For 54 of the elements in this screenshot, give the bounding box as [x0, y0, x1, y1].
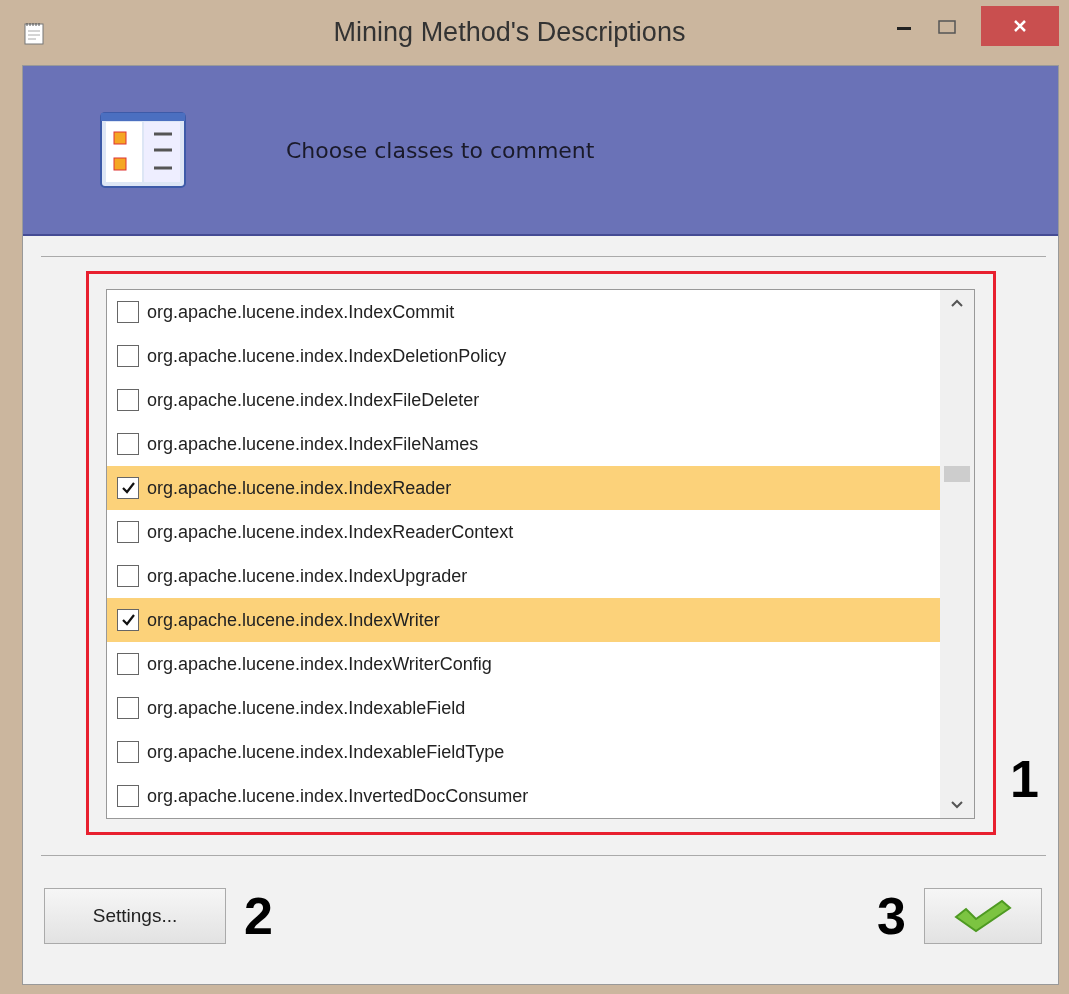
maximize-icon[interactable]: [937, 18, 957, 36]
checkmark-icon: [952, 899, 1014, 933]
notepad-icon: [24, 20, 44, 45]
class-label: org.apache.lucene.index.IndexReader: [147, 477, 452, 499]
class-label: org.apache.lucene.index.IndexWriter: [147, 609, 440, 631]
class-row[interactable]: org.apache.lucene.index.IndexWriterConfig: [107, 642, 940, 686]
checkbox[interactable]: [117, 565, 139, 587]
annotation-number: 2: [244, 890, 273, 942]
class-row[interactable]: org.apache.lucene.index.IndexReader: [107, 466, 940, 510]
window-title: Mining Method's Descriptions: [332, 17, 687, 48]
class-row[interactable]: org.apache.lucene.index.IndexCommit: [107, 290, 940, 334]
checkbox[interactable]: [117, 477, 139, 499]
class-label: org.apache.lucene.index.IndexUpgrader: [147, 565, 468, 587]
class-row[interactable]: org.apache.lucene.index.IndexableFieldType: [107, 730, 940, 774]
class-label: org.apache.lucene.index.IndexableFieldType: [147, 741, 505, 763]
checkbox[interactable]: [117, 345, 139, 367]
annotation-number: 1: [1010, 753, 1039, 805]
ok-button[interactable]: [924, 888, 1042, 944]
class-row[interactable]: org.apache.lucene.index.IndexUpgrader: [107, 554, 940, 598]
class-row[interactable]: org.apache.lucene.index.IndexFileNames: [107, 422, 940, 466]
checkbox[interactable]: [117, 741, 139, 763]
checkbox[interactable]: [117, 785, 139, 807]
class-row[interactable]: org.apache.lucene.index.IndexWriter: [107, 598, 940, 642]
class-label: org.apache.lucene.index.IndexDeletionPolicy: [147, 345, 507, 367]
class-label: org.apache.lucene.index.IndexReaderContext: [147, 521, 514, 543]
class-label: org.apache.lucene.index.IndexCommit: [147, 301, 455, 323]
class-row[interactable]: org.apache.lucene.index.IndexDeletionPolicy: [107, 334, 940, 378]
checkbox[interactable]: [117, 389, 139, 411]
settings-button[interactable]: Settings...: [44, 888, 226, 944]
close-icon: [1012, 18, 1028, 34]
check-icon: [120, 612, 136, 628]
class-row[interactable]: org.apache.lucene.index.IndexFileDeleter: [107, 378, 940, 422]
check-icon: [120, 480, 136, 496]
scroll-down-icon[interactable]: [950, 800, 964, 810]
checkbox[interactable]: [117, 653, 139, 675]
header-title: Choose classes to comment: [286, 137, 595, 163]
checkbox[interactable]: [117, 609, 139, 631]
checkbox[interactable]: [117, 521, 139, 543]
list-icon: [100, 112, 186, 188]
scroll-thumb[interactable]: [944, 466, 970, 482]
class-row[interactable]: org.apache.lucene.index.IndexableField: [107, 686, 940, 730]
checkbox[interactable]: [117, 697, 139, 719]
annotation-number: 3: [877, 890, 906, 942]
class-row[interactable]: org.apache.lucene.index.InvertedDocConsumer: [107, 774, 940, 818]
class-label: org.apache.lucene.index.IndexFileDeleter: [147, 389, 480, 411]
checkbox[interactable]: [117, 301, 139, 323]
class-label: org.apache.lucene.index.IndexableField: [147, 697, 466, 719]
class-label: org.apache.lucene.index.IndexFileNames: [147, 433, 479, 455]
class-label: org.apache.lucene.index.InvertedDocConsumer: [147, 785, 529, 807]
scrollbar[interactable]: [940, 290, 974, 818]
scroll-up-icon[interactable]: [950, 298, 964, 308]
class-row[interactable]: org.apache.lucene.index.IndexReaderContext: [107, 510, 940, 554]
checkbox[interactable]: [117, 433, 139, 455]
class-label: org.apache.lucene.index.IndexWriterConfig: [147, 653, 492, 675]
